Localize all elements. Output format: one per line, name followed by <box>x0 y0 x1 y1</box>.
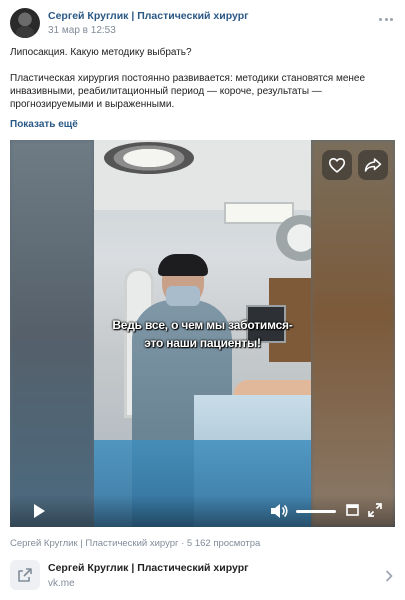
video-meta: Сергей Круглик | Пластический хирург · 5… <box>10 538 261 549</box>
post-author[interactable]: Сергей Круглик | Пластический хирург <box>48 10 248 22</box>
share-icon[interactable] <box>358 150 388 180</box>
link-card[interactable]: Сергей Круглик | Пластический хирург vk.… <box>0 556 405 600</box>
video-controls <box>10 495 395 527</box>
chevron-right-icon <box>385 570 393 582</box>
avatar[interactable] <box>10 8 40 38</box>
video-player[interactable]: Ведь все, о чем мы заботимся- это наши п… <box>10 140 395 527</box>
video-subtitle-line2: это наши пациенты! <box>144 336 261 350</box>
scene-surgeon-cap <box>158 254 208 276</box>
video-blur-left <box>10 140 94 527</box>
heart-icon[interactable] <box>322 150 352 180</box>
more-icon[interactable] <box>379 16 393 22</box>
post-date[interactable]: 31 мар в 12:53 <box>48 25 116 36</box>
link-card-title: Сергей Круглик | Пластический хирург <box>48 562 249 574</box>
volume-icon[interactable] <box>270 503 288 519</box>
post-header: Сергей Круглик | Пластический хирург 31 … <box>0 0 405 40</box>
show-more-link[interactable]: Показать ещё <box>10 119 78 130</box>
volume-slider[interactable] <box>296 510 336 513</box>
video-frame <box>94 140 311 527</box>
video-subtitle-line1: Ведь все, о чем мы заботимся- <box>112 318 293 332</box>
picture-in-picture-icon[interactable] <box>346 504 359 516</box>
scene-surgical-lamp <box>104 142 194 174</box>
post-body: Пластическая хирургия постоянно развивае… <box>10 73 366 110</box>
play-icon[interactable] <box>32 503 46 519</box>
post-title-line: Липосакция. Какую методику выбрать? <box>10 47 192 58</box>
scene-surgical-lamp-right <box>276 215 311 261</box>
fullscreen-icon[interactable] <box>368 503 382 517</box>
link-card-domain: vk.me <box>48 578 75 589</box>
scene-surgeon-mask <box>166 286 200 306</box>
post-text: Липосакция. Какую методику выбрать? Плас… <box>10 46 395 111</box>
external-link-icon <box>10 560 40 590</box>
video-blur-right <box>311 140 395 527</box>
